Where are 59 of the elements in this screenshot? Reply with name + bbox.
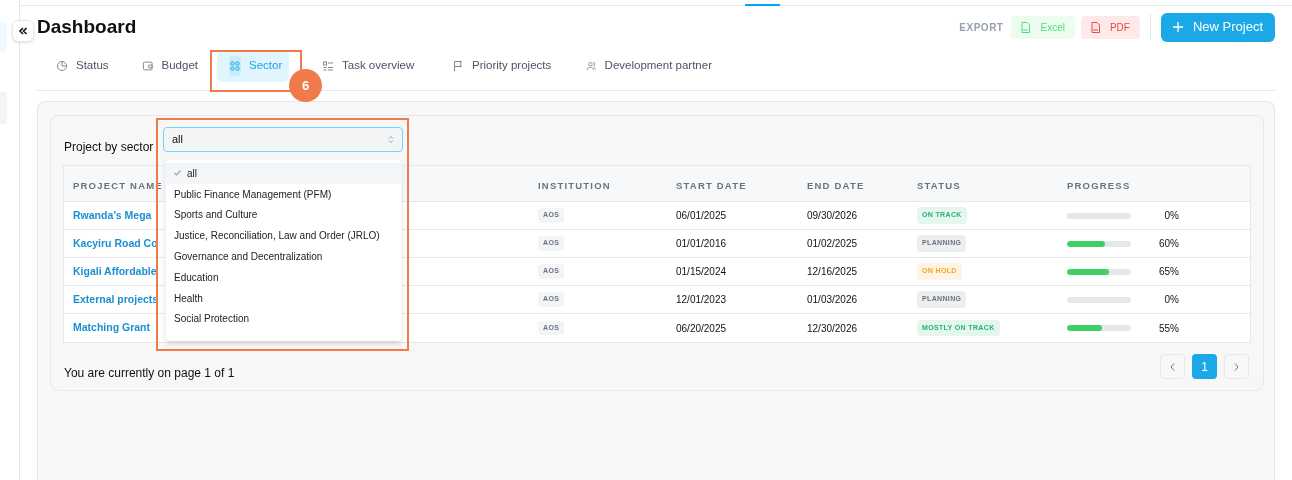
dropdown-option[interactable]: all: [166, 163, 401, 184]
table-cell-text: 12/01/2023: [676, 293, 727, 307]
dropdown-option[interactable]: Sports and Culture: [166, 204, 401, 226]
project-link[interactable]: Rwanda’s Mega: [73, 207, 152, 224]
table-cell-text: 12/16/2025: [807, 265, 858, 279]
project-link[interactable]: Kigali Affordable: [73, 263, 157, 280]
pie-chart-icon: [56, 60, 68, 72]
tab[interactable]: Status: [44, 50, 124, 82]
wallet-icon: [142, 60, 154, 72]
dropdown-option[interactable]: Education: [166, 267, 401, 288]
plus-icon: [1172, 22, 1183, 32]
users-icon: [586, 60, 597, 72]
tab[interactable]: Budget: [130, 50, 210, 82]
column-header: END DATE: [807, 179, 865, 191]
table-cell-text: 01/15/2024: [676, 265, 727, 279]
table-cell-text: 01/03/2026: [807, 293, 858, 307]
progress-percent: 65%: [1158, 265, 1179, 279]
column-header: PROGRESS: [1067, 179, 1131, 191]
filter-label: Project by sector: [64, 140, 154, 154]
check-icon: [174, 170, 181, 177]
project-link[interactable]: Matching Grant: [73, 320, 150, 336]
export-label: EXPORT: [959, 20, 1004, 35]
column-header: START DATE: [676, 179, 747, 191]
progress-percent: 55%: [1158, 321, 1179, 336]
file-icon: [1090, 21, 1100, 33]
collapse-button[interactable]: [12, 20, 34, 42]
table-cell-text: 12/30/2026: [807, 321, 858, 336]
table-cell-text: 01/02/2025: [807, 237, 858, 251]
grid-icon: [229, 60, 241, 72]
column-header: STATUS: [917, 179, 961, 191]
progress-percent: 60%: [1158, 237, 1179, 251]
dropdown-option[interactable]: Health: [166, 287, 401, 309]
table-cell-text: 06/01/2025: [676, 209, 727, 223]
file-icon: [1021, 21, 1031, 33]
table-cell-text: 06/20/2025: [676, 321, 727, 336]
progress-percent: 0%: [1163, 293, 1179, 307]
previous-page-button[interactable]: [1160, 354, 1185, 379]
project-link[interactable]: External projects: [73, 291, 159, 308]
page-title: Dashboard: [37, 14, 137, 39]
next-page-button[interactable]: [1224, 354, 1249, 379]
sort-arrows-icon: [388, 135, 394, 144]
dropdown-option[interactable]: Governance and Decentralization: [166, 246, 401, 267]
table-cell-text: 09/30/2026: [807, 209, 858, 223]
tab[interactable]: Priority projects: [440, 50, 568, 82]
sector-select[interactable]: all: [163, 127, 403, 152]
chevron-right-icon: [1234, 362, 1239, 371]
dropdown-option[interactable]: Public Finance Management (PFM): [166, 183, 401, 205]
column-header: INSTITUTION: [538, 179, 611, 191]
tab[interactable]: Development partner: [574, 50, 724, 82]
step-badge: 6: [289, 69, 322, 102]
table-cell-text: 01/01/2016: [676, 237, 727, 251]
list-icon: [322, 60, 334, 72]
flag-icon: [452, 60, 464, 72]
pagination-text: You are currently on page 1 of 1: [64, 366, 235, 380]
chevron-left-icon: [1170, 362, 1175, 371]
dropdown-option[interactable]: Justice, Reconciliation, Law and Order (JRLO): [166, 225, 401, 247]
double-chevron-left-icon: [18, 26, 28, 36]
dropdown-option[interactable]: Social Protection: [166, 308, 401, 330]
progress-percent: 0%: [1163, 209, 1179, 223]
